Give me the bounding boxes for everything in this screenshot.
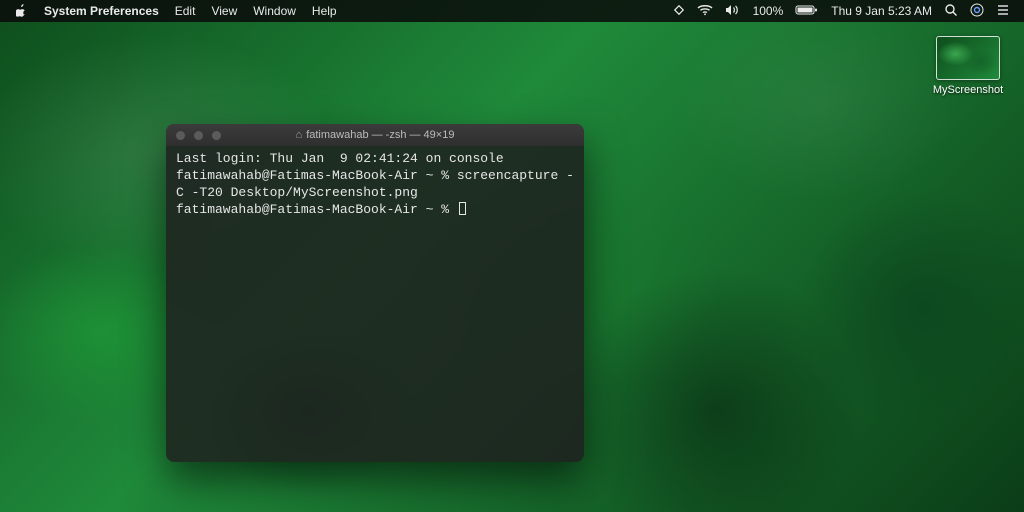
- menu-help[interactable]: Help: [304, 0, 345, 22]
- menu-clock[interactable]: Thu 9 Jan 5:23 AM: [825, 4, 938, 18]
- terminal-cursor: [459, 202, 466, 215]
- zoom-icon[interactable]: [211, 130, 222, 141]
- window-title: ⌂fatimawahab — -zsh — 49×19: [166, 129, 584, 141]
- home-icon: ⌂: [296, 129, 303, 141]
- status-diamond-icon[interactable]: [667, 4, 691, 19]
- terminal-line-2: fatimawahab@Fatimas-MacBook-Air ~ % scre…: [176, 168, 574, 200]
- app-menu[interactable]: System Preferences: [36, 0, 167, 22]
- window-titlebar[interactable]: ⌂fatimawahab — -zsh — 49×19: [166, 124, 584, 146]
- desktop-file-my-screenshot[interactable]: MyScreenshot: [932, 36, 1004, 96]
- siri-icon[interactable]: [964, 3, 990, 20]
- wifi-icon[interactable]: [691, 4, 719, 19]
- desktop: System Preferences Edit View Window Help…: [0, 0, 1024, 512]
- terminal-window[interactable]: ⌂fatimawahab — -zsh — 49×19 Last login: …: [166, 124, 584, 462]
- minimize-icon[interactable]: [193, 130, 204, 141]
- battery-percent: 100%: [747, 4, 790, 18]
- spotlight-icon[interactable]: [938, 3, 964, 20]
- menu-window[interactable]: Window: [245, 0, 304, 22]
- window-title-text: fatimawahab — -zsh — 49×19: [306, 129, 454, 141]
- battery-icon[interactable]: [789, 4, 825, 19]
- terminal-line-1: Last login: Thu Jan 9 02:41:24 on consol…: [176, 151, 504, 166]
- file-thumbnail: [936, 36, 1000, 80]
- menu-bar: System Preferences Edit View Window Help…: [0, 0, 1024, 22]
- terminal-body[interactable]: Last login: Thu Jan 9 02:41:24 on consol…: [166, 146, 584, 462]
- menu-view[interactable]: View: [203, 0, 245, 22]
- volume-icon[interactable]: [719, 4, 747, 19]
- file-label: MyScreenshot: [932, 84, 1004, 96]
- terminal-line-3: fatimawahab@Fatimas-MacBook-Air ~ %: [176, 202, 457, 217]
- notification-center-icon[interactable]: [990, 4, 1016, 19]
- close-icon[interactable]: [175, 130, 186, 141]
- menu-edit[interactable]: Edit: [167, 0, 204, 22]
- apple-menu-icon[interactable]: [8, 0, 36, 22]
